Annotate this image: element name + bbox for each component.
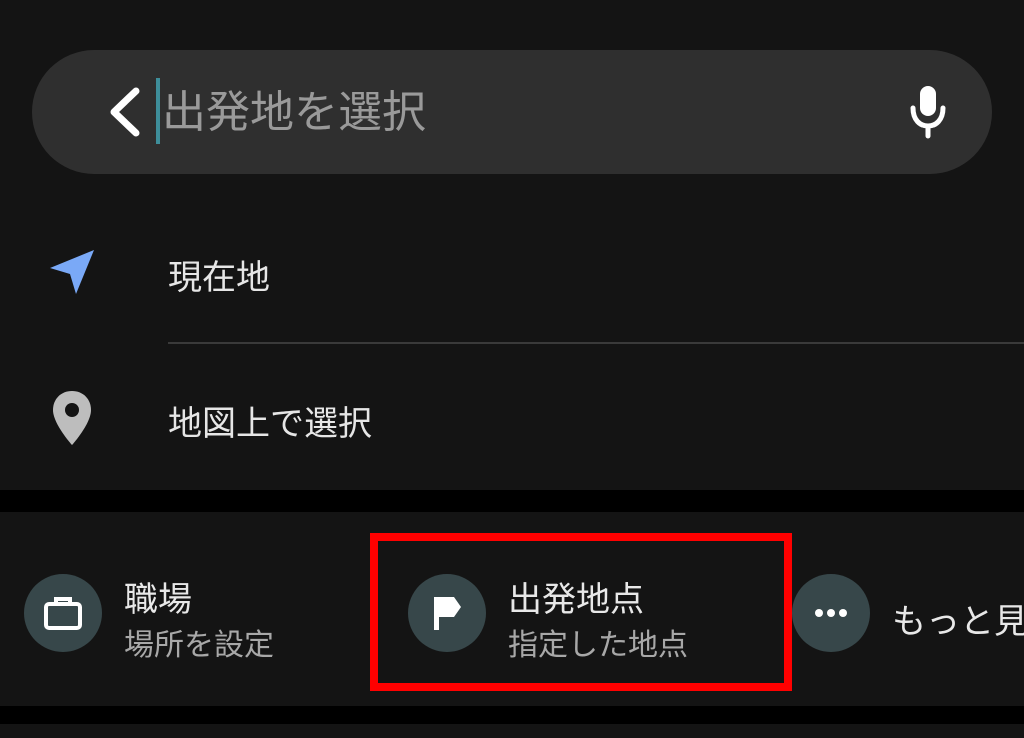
navigation-arrow-icon (40, 240, 104, 304)
option-current-location[interactable]: 現在地 (0, 210, 1024, 330)
shortcut-start-point[interactable]: 出発地点 指定した地点 (408, 572, 748, 663)
flag-icon (408, 574, 486, 652)
shortcut-more[interactable]: もっと見 (792, 572, 1024, 652)
shortcut-work[interactable]: 職場 場所を設定 (24, 572, 324, 663)
more-horizontal-icon (792, 574, 870, 652)
shortcut-title: 出発地点 (508, 580, 644, 620)
text-cursor (156, 78, 160, 144)
shortcut-title: 職場 (124, 580, 192, 620)
divider (168, 342, 1024, 344)
map-pin-icon (40, 386, 104, 450)
briefcase-icon (24, 574, 102, 652)
option-select-on-map[interactable]: 地図上で選択 (0, 356, 1024, 476)
shortcut-subtitle: 場所を設定 (124, 628, 274, 663)
back-button[interactable] (94, 82, 154, 142)
shortcut-subtitle: 指定した地点 (508, 628, 688, 663)
shortcut-title: もっと見 (892, 602, 1024, 642)
chevron-left-icon (110, 87, 140, 137)
voice-search-button[interactable] (898, 82, 958, 142)
search-input[interactable] (162, 72, 862, 152)
bottom-panel-edge (0, 724, 1024, 738)
page: 現在地 地図上で選択 職場 場所を設定 (0, 0, 1024, 738)
option-label: 現在地 (168, 258, 270, 298)
search-bar[interactable] (32, 50, 992, 174)
search-panel: 現在地 地図上で選択 (0, 0, 1024, 490)
option-label: 地図上で選択 (168, 404, 372, 444)
microphone-icon (910, 86, 946, 139)
shortcuts-panel: 職場 場所を設定 出発地点 指定した地点 もっと見 (0, 512, 1024, 706)
